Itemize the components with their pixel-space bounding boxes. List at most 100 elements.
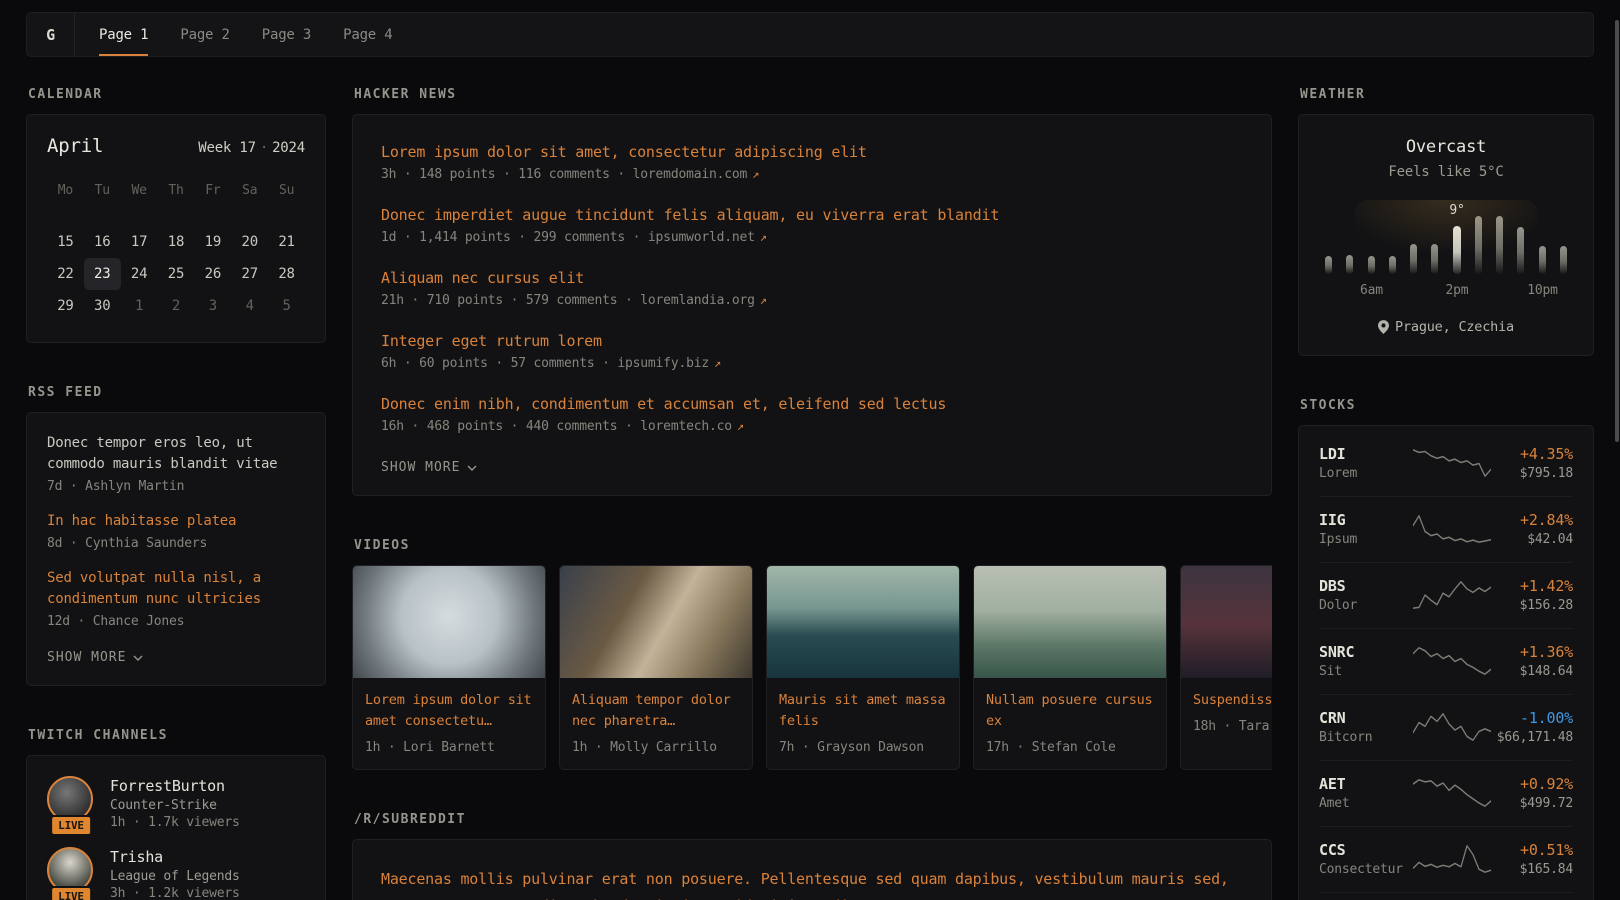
- twitch-card: LIVE ForrestBurton Counter-Strike 1h · 1…: [26, 755, 326, 900]
- rss-item-title[interactable]: In hac habitasse platea: [47, 511, 305, 532]
- stock-price: $42.04: [1493, 532, 1573, 547]
- video-meta: 7h · Grayson Dawson: [779, 740, 947, 755]
- video-card[interactable]: Suspendisse diam 18h · Tara Bradley: [1180, 565, 1272, 770]
- weather-time-label: 6am: [1360, 283, 1383, 298]
- rss-item-title[interactable]: Sed volutpat nulla nisl, a condimentum n…: [47, 568, 305, 610]
- reddit-post-title[interactable]: Maecenas mollis pulvinar erat non posuer…: [381, 866, 1243, 900]
- stock-sparkline: [1413, 645, 1491, 677]
- stock-row[interactable]: SNRC Sit +1.36% $148.64: [1319, 628, 1573, 694]
- twitch-section-title: TWITCH CHANNELS: [28, 728, 326, 743]
- weather-location-text: Prague, Czechia: [1395, 319, 1514, 335]
- calendar-day: 22: [47, 258, 84, 290]
- stock-price: $499.72: [1493, 796, 1573, 811]
- hn-item-title[interactable]: Integer eget rutrum lorem: [381, 330, 1243, 352]
- video-card[interactable]: Lorem ipsum dolor sit amet consectetu… 1…: [352, 565, 546, 770]
- page-scrollbar[interactable]: [1615, 20, 1619, 442]
- stock-name: Consectetur: [1319, 862, 1411, 877]
- hn-item-meta: 3h · 148 points · 116 comments · loremdo…: [381, 167, 1243, 182]
- calendar-widget: CALENDAR April Week 17·2024 MoTuWeThFrSa…: [26, 87, 326, 343]
- video-meta: 1h · Lori Barnett: [365, 740, 533, 755]
- subreddit-section-title: /R/SUBREDDIT: [354, 812, 1272, 827]
- twitch-channel-row[interactable]: LIVE ForrestBurton Counter-Strike 1h · 1…: [47, 776, 305, 830]
- video-card[interactable]: Mauris sit amet massa felis 7h · Grayson…: [766, 565, 960, 770]
- stocks-section-title: STOCKS: [1300, 398, 1594, 413]
- calendar-section-title: CALENDAR: [28, 87, 326, 102]
- stock-symbol: LDI: [1319, 445, 1411, 463]
- tab-page-1[interactable]: Page 1: [99, 13, 148, 56]
- video-card[interactable]: Nullam posuere cursus ex 17h · Stefan Co…: [973, 565, 1167, 770]
- weather-feels-like: Feels like 5°C: [1319, 164, 1573, 180]
- calendar-weekday-label: Th: [158, 175, 195, 208]
- hn-item-meta-text: 6h · 60 points · 57 comments · ipsumify.…: [381, 356, 709, 371]
- stock-name: Sit: [1319, 664, 1411, 679]
- stock-row[interactable]: LDI Lorem +4.35% $795.18: [1319, 431, 1573, 496]
- stock-change: +0.92%: [1493, 775, 1573, 793]
- hn-item-title[interactable]: Donec enim nibh, condimentum et accumsan…: [381, 393, 1243, 415]
- rss-show-more-button[interactable]: SHOW MORE: [47, 650, 143, 665]
- avatar: LIVE: [47, 776, 95, 830]
- hn-item-title[interactable]: Lorem ipsum dolor sit amet, consectetur …: [381, 141, 1243, 163]
- calendar-day: 4: [231, 290, 268, 322]
- stock-change: +4.35%: [1493, 445, 1573, 463]
- stock-row[interactable]: CRN Bitcorn -1.00% $66,171.48: [1319, 694, 1573, 760]
- weather-time-label: 10pm: [1527, 283, 1558, 298]
- hn-show-more-button[interactable]: SHOW MORE: [381, 460, 477, 475]
- calendar-day: 2: [158, 290, 195, 322]
- hn-item-title[interactable]: Aliquam nec cursus elit: [381, 267, 1243, 289]
- calendar-day: 25: [158, 258, 195, 290]
- tab-page-3[interactable]: Page 3: [262, 13, 311, 56]
- video-meta: 1h · Molly Carrillo: [572, 740, 740, 755]
- rss-item-meta: 8d · Cynthia Saunders: [47, 536, 305, 551]
- stock-name: Bitcorn: [1319, 730, 1411, 745]
- video-meta: 17h · Stefan Cole: [986, 740, 1154, 755]
- stock-symbol: CCS: [1319, 841, 1411, 859]
- hn-item: Donec imperdiet augue tincidunt felis al…: [381, 204, 1243, 245]
- stock-row[interactable]: CCS Consectetur +0.51% $165.84: [1319, 826, 1573, 892]
- stock-price: $156.28: [1493, 598, 1573, 613]
- calendar-day: 18: [158, 226, 195, 258]
- channel-game: Counter-Strike: [110, 798, 240, 813]
- external-link-icon: ↗: [737, 419, 744, 433]
- weather-bar: [1325, 256, 1332, 274]
- stock-row[interactable]: IIG Ipsum +2.84% $42.04: [1319, 496, 1573, 562]
- weather-bar: [1560, 246, 1567, 274]
- stock-sparkline: [1413, 777, 1491, 809]
- stock-change: +1.36%: [1493, 643, 1573, 661]
- weather-widget: WEATHER Overcast Feels like 5°C 9° 6am2p…: [1298, 87, 1594, 356]
- calendar-day: 20: [231, 226, 268, 258]
- weather-bar: [1539, 246, 1546, 274]
- calendar-card: April Week 17·2024 MoTuWeThFrSaSu 151617…: [26, 114, 326, 343]
- hn-item-meta: 16h · 468 points · 440 comments · loremt…: [381, 419, 1243, 434]
- calendar-weekday-row: MoTuWeThFrSaSu: [47, 175, 305, 208]
- rss-item: In hac habitasse platea 8d · Cynthia Sau…: [47, 511, 305, 551]
- twitch-channel-row[interactable]: LIVE Trisha League of Legends 3h · 1.2k …: [47, 847, 305, 900]
- stock-change: +0.51%: [1493, 841, 1573, 859]
- rss-item-title[interactable]: Donec tempor eros leo, ut commodo mauris…: [47, 433, 305, 475]
- video-thumbnail: [1181, 566, 1272, 678]
- stocks-widget: STOCKS LDI Lorem +4.35% $795.18 IIG: [1298, 398, 1594, 900]
- stock-symbol: DBS: [1319, 577, 1411, 595]
- app-logo[interactable]: G: [27, 13, 75, 56]
- tab-page-2[interactable]: Page 2: [180, 13, 229, 56]
- videos-row: Lorem ipsum dolor sit amet consectetu… 1…: [352, 565, 1272, 770]
- calendar-weekday-label: Fr: [194, 175, 231, 208]
- video-card[interactable]: Aliquam tempor dolor nec pharetra… 1h · …: [559, 565, 753, 770]
- stocks-card: LDI Lorem +4.35% $795.18 IIG Ipsum: [1298, 425, 1594, 900]
- calendar-day: 3: [194, 290, 231, 322]
- stock-row[interactable]: DBS Dolor +1.42% $156.28: [1319, 562, 1573, 628]
- tab-page-4[interactable]: Page 4: [343, 13, 392, 56]
- calendar-month: April: [47, 135, 103, 157]
- external-link-icon: ↗: [760, 293, 767, 307]
- channel-game: League of Legends: [110, 869, 240, 884]
- stock-row[interactable]: AHS +0.46%: [1319, 892, 1573, 900]
- stock-sparkline: [1413, 447, 1491, 479]
- video-title: Suspendisse diam: [1193, 690, 1272, 711]
- stock-price: $795.18: [1493, 466, 1573, 481]
- calendar-day: 26: [194, 258, 231, 290]
- calendar-year: 2024: [272, 140, 305, 156]
- calendar-day: 16: [84, 226, 121, 258]
- hn-item-title[interactable]: Donec imperdiet augue tincidunt felis al…: [381, 204, 1243, 226]
- stock-sparkline: [1413, 579, 1491, 611]
- stock-row[interactable]: AET Amet +0.92% $499.72: [1319, 760, 1573, 826]
- weather-location: Prague, Czechia: [1319, 319, 1573, 335]
